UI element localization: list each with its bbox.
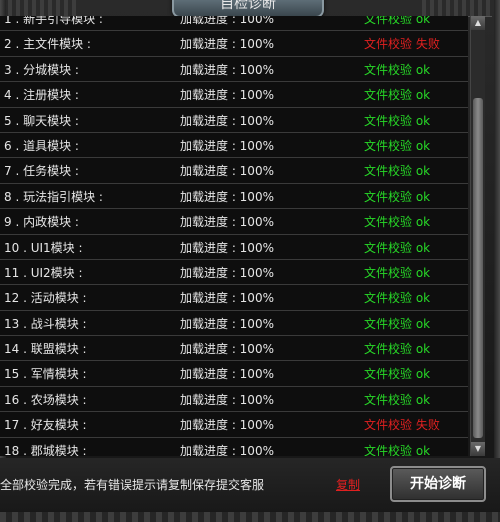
- module-row: 14 . 联盟模块 : 加载进度 : 100% 文件校验 ok: [0, 336, 468, 362]
- load-progress: 加载进度 : 100%: [180, 62, 274, 77]
- module-name: 9 . 内政模块 :: [4, 215, 79, 230]
- module-row: 17 . 好友模块 : 加载进度 : 100% 文件校验 失败: [0, 412, 468, 438]
- verify-status: 文件校验 ok: [364, 240, 431, 255]
- module-row: 6 . 道具模块 : 加载进度 : 100% 文件校验 ok: [0, 133, 468, 159]
- start-diagnosis-button[interactable]: 开始诊断: [390, 466, 486, 502]
- module-name: 4 . 注册模块 :: [4, 88, 79, 103]
- module-name: 13 . 战斗模块 :: [4, 316, 87, 331]
- verify-status: 文件校验 失败: [364, 37, 440, 52]
- module-name: 10 . UI1模块 :: [4, 240, 83, 255]
- module-name: 3 . 分城模块 :: [4, 62, 79, 77]
- verify-status: 文件校验 ok: [364, 291, 431, 306]
- status-message: 全部校验完成，若有错误提示请复制保存提交客服: [0, 478, 265, 492]
- module-row: 18 . 郡城模块 : 加载进度 : 100% 文件校验 ok: [0, 438, 468, 456]
- load-progress: 加载进度 : 100%: [180, 291, 274, 306]
- module-name: 8 . 玩法指引模块 :: [4, 189, 103, 204]
- verify-status: 文件校验 ok: [364, 316, 431, 331]
- load-progress: 加载进度 : 100%: [180, 88, 274, 103]
- scroll-thumb[interactable]: [473, 98, 483, 438]
- module-name: 7 . 任务模块 :: [4, 164, 79, 179]
- verify-status: 文件校验 ok: [364, 138, 431, 153]
- module-row: 3 . 分城模块 : 加载进度 : 100% 文件校验 ok: [0, 57, 468, 83]
- diagnostic-window: 自检诊断 1 . 新手引导模块 : 加载进度 : 100% 文件校验 ok 2 . 主…: [0, 0, 500, 522]
- arrow-up-icon[interactable]: ▲: [471, 16, 485, 30]
- load-progress: 加载进度 : 100%: [180, 443, 274, 456]
- verify-status: 文件校验 ok: [364, 392, 431, 407]
- load-progress: 加载进度 : 100%: [180, 164, 274, 179]
- module-row: 7 . 任务模块 : 加载进度 : 100% 文件校验 ok: [0, 158, 468, 184]
- verify-status: 文件校验 ok: [364, 189, 431, 204]
- module-name: 12 . 活动模块 :: [4, 291, 87, 306]
- module-name: 5 . 聊天模块 :: [4, 113, 79, 128]
- module-name: 15 . 军情模块 :: [4, 367, 87, 382]
- module-name: 17 . 好友模块 :: [4, 418, 87, 433]
- load-progress: 加载进度 : 100%: [180, 392, 274, 407]
- module-row: 2 . 主文件模块 : 加载进度 : 100% 文件校验 失败: [0, 31, 468, 57]
- load-progress: 加载进度 : 100%: [180, 265, 274, 280]
- corner-decoration: [422, 0, 492, 17]
- footer: 全部校验完成，若有错误提示请复制保存提交客服 复制 开始诊断: [0, 458, 500, 522]
- verify-status: 文件校验 ok: [364, 16, 431, 26]
- load-progress: 加载进度 : 100%: [180, 316, 274, 331]
- module-row: 12 . 活动模块 : 加载进度 : 100% 文件校验 ok: [0, 285, 468, 311]
- load-progress: 加载进度 : 100%: [180, 367, 274, 382]
- module-name: 18 . 郡城模块 :: [4, 443, 87, 456]
- module-row: 15 . 军情模块 : 加载进度 : 100% 文件校验 ok: [0, 361, 468, 387]
- load-progress: 加载进度 : 100%: [180, 37, 274, 52]
- arrow-down-icon[interactable]: ▼: [471, 442, 485, 456]
- load-progress: 加载进度 : 100%: [180, 215, 274, 230]
- load-progress: 加载进度 : 100%: [180, 16, 274, 26]
- load-progress: 加载进度 : 100%: [180, 240, 274, 255]
- module-row: 9 . 内政模块 : 加载进度 : 100% 文件校验 ok: [0, 209, 468, 235]
- module-name: 16 . 农场模块 :: [4, 392, 87, 407]
- module-row: 13 . 战斗模块 : 加载进度 : 100% 文件校验 ok: [0, 311, 468, 337]
- verify-status: 文件校验 ok: [364, 88, 431, 103]
- frame-border: [494, 0, 500, 522]
- module-row: 10 . UI1模块 : 加载进度 : 100% 文件校验 ok: [0, 235, 468, 260]
- load-progress: 加载进度 : 100%: [180, 138, 274, 153]
- verify-status: 文件校验 ok: [364, 443, 431, 456]
- verify-status: 文件校验 ok: [364, 265, 431, 280]
- verify-status: 文件校验 ok: [364, 367, 431, 382]
- verify-status: 文件校验 ok: [364, 215, 431, 230]
- verify-status: 文件校验 ok: [364, 113, 431, 128]
- verify-status: 文件校验 ok: [364, 62, 431, 77]
- frame-border: [0, 512, 500, 522]
- module-name: 2 . 主文件模块 :: [4, 37, 91, 52]
- module-row: 1 . 新手引导模块 : 加载进度 : 100% 文件校验 ok: [0, 16, 468, 32]
- load-progress: 加载进度 : 100%: [180, 189, 274, 204]
- module-name: 6 . 道具模块 :: [4, 138, 79, 153]
- module-name: 14 . 联盟模块 :: [4, 342, 87, 357]
- module-list: 1 . 新手引导模块 : 加载进度 : 100% 文件校验 ok 2 . 主文件模块 …: [0, 16, 468, 456]
- module-row: 4 . 注册模块 : 加载进度 : 100% 文件校验 ok: [0, 82, 468, 108]
- module-row: 11 . UI2模块 : 加载进度 : 100% 文件校验 ok: [0, 260, 468, 286]
- module-name: 1 . 新手引导模块 :: [4, 16, 103, 26]
- load-progress: 加载进度 : 100%: [180, 418, 274, 433]
- corner-decoration: [8, 0, 78, 17]
- module-row: 16 . 农场模块 : 加载进度 : 100% 文件校验 ok: [0, 387, 468, 413]
- module-row: 5 . 聊天模块 : 加载进度 : 100% 文件校验 ok: [0, 108, 468, 133]
- load-progress: 加载进度 : 100%: [180, 342, 274, 357]
- verify-status: 文件校验 ok: [364, 342, 431, 357]
- scrollbar[interactable]: ▲ ▼: [470, 16, 485, 456]
- copy-link[interactable]: 复制: [336, 476, 360, 493]
- load-progress: 加载进度 : 100%: [180, 113, 274, 128]
- module-row: 8 . 玩法指引模块 : 加载进度 : 100% 文件校验 ok: [0, 184, 468, 210]
- verify-status: 文件校验 ok: [364, 164, 431, 179]
- verify-status: 文件校验 失败: [364, 418, 440, 433]
- module-name: 11 . UI2模块 :: [4, 265, 83, 280]
